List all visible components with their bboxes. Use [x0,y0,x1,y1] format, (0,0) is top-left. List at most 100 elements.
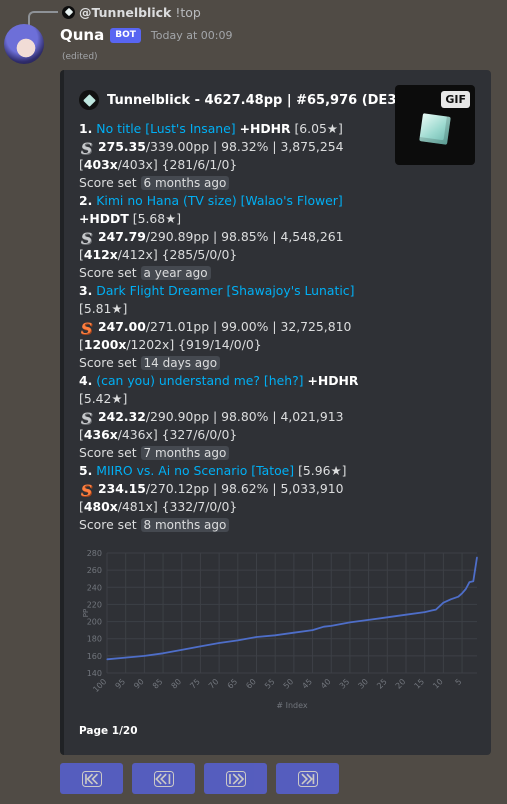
score-rank-number: 3. [79,283,93,298]
y-tick-label: 220 [87,600,102,609]
pp-data-point [143,655,145,657]
pp-data-point [368,619,370,621]
score-set-label: Score set [79,355,137,370]
x-tick-label: 85 [151,677,165,691]
last-page-button[interactable] [276,763,339,794]
cube-icon [419,113,451,145]
score-rank-number: 4. [79,373,93,388]
pp-data-point [274,634,276,636]
score-title-line: 2. Kimi no Hana (TV size) [Walao's Flowe… [79,192,389,210]
message-timestamp: Today at 00:09 [150,28,233,42]
x-tick-label: 45 [300,677,314,691]
pp-data-point [461,592,463,594]
grade-s-icon: S [80,409,93,428]
pp-chart-svg: 140 160 180 200 220 240 260 280 100 95 90 85 80 75 70 6… [82,549,478,710]
score-pp: 247.79 [98,229,146,244]
grade-s-icon: S [80,139,93,158]
score-timestamp: 6 months ago [140,176,230,190]
score-combo: 1200x [83,337,127,352]
pp-data-point [255,636,258,638]
x-tick-label: 5 [453,677,463,687]
author-avatar[interactable] [4,24,44,64]
grade-s-icon: S [80,319,93,338]
grade-s-icon: S [80,229,93,248]
score-max-combo: /403x] [117,157,158,172]
beatmap-link[interactable]: No title [Lust's Insane] [96,121,235,136]
score-combo: 412x [83,247,118,262]
score-hits: {332/7/0/0} [161,499,238,514]
beatmap-link[interactable]: MIIRO vs. Ai no Scenario [Tatoe] [96,463,294,478]
score-combo: 403x [83,157,118,172]
embed: Tunnelblick - 4627.48pp | #65,976 (DE368… [60,70,491,755]
embed-footer: Page 1/20 [79,725,138,737]
score-rank-number: 2. [79,193,93,208]
pp-data-point [468,581,471,583]
previous-page-button[interactable] [132,763,195,794]
score-max-pp: /270.12pp [145,481,210,496]
x-tick-label: 25 [375,677,389,691]
score-pp: 242.32 [98,409,146,424]
score-combo-line: [436x/436x] {327/6/0/0} [79,427,238,442]
pp-data-point [472,580,474,582]
pp-data-point [431,609,433,612]
score-set-label: Score set [79,445,137,460]
score-acc-and-score: | 98.80% | 4,021,913 [209,409,344,424]
score-combo: 480x [83,499,118,514]
score-hits: {919/14/0/0} [178,337,262,352]
y-axis-label: PP [82,609,90,617]
score-pp: 247.00 [98,319,146,334]
x-tick-label: 60 [244,677,258,691]
pp-data-point [311,629,314,631]
bot-badge: BOT [110,27,141,43]
x-tick-label: 35 [338,677,352,691]
beatmap-link[interactable]: Dark Flight Dreamer [Shawajoy's Lunatic] [96,283,354,298]
pp-data-point [293,632,295,634]
pp-data-point [349,621,351,624]
score-pp-line: S 247.00/271.01pp | 99.00% | 32,725,810 [79,318,389,338]
pp-chart: 140 160 180 200 220 240 260 280 100 95 90 85 80 75 70 6… [79,543,481,718]
beatmap-link[interactable]: Kimi no Hana (TV size) [Walao's Flower] [96,193,342,208]
next-icon [225,770,246,787]
x-tick-label: 70 [207,677,221,691]
score-title-line: [5.81★] [79,300,389,318]
score-set-line: Score set 6 months ago [79,174,389,192]
x-tick-label: 65 [226,677,240,691]
score-combo-line: [412x/412x] {285/5/0/0} [79,247,238,262]
x-tick-label: 55 [263,677,277,691]
y-tick-label: 200 [87,618,102,627]
score-pp: 234.15 [98,481,146,496]
score-acc-and-score: | 98.32% | 3,875,254 [209,139,344,154]
reply-username[interactable]: @Tunnelblick [79,5,171,20]
next-page-button[interactable] [204,763,267,794]
y-tick-label: 140 [87,669,102,678]
pp-data-point [330,625,332,627]
embed-thumbnail[interactable]: GIF [395,85,475,165]
score-max-pp: /290.89pp [145,229,210,244]
reply-reference[interactable]: @Tunnelblick !top [62,3,201,21]
author-name[interactable]: Quna [60,26,104,44]
score-timestamp: 14 days ago [140,356,221,370]
score-timestamp: a year ago [140,266,211,280]
score-mods: +HDHR [307,373,359,388]
star-rating: [5.68★] [132,211,182,226]
star-rating: [5.81★] [79,301,128,316]
score-pp-line: S 275.35/339.00pp | 98.32% | 3,875,254 [79,138,389,158]
pp-data-point [237,639,239,642]
edited-label: (edited) [62,52,98,62]
score-max-combo: /481x] [117,499,158,514]
first-page-button[interactable] [60,763,123,794]
score-title-line: 1. No title [Lust's Insane] +HDHR [6.05★… [79,120,389,138]
score-title-line: 3. Dark Flight Dreamer [Shawajoy's Lunat… [79,282,389,300]
pp-data-point [476,556,478,558]
score-combo-line: [403x/403x] {281/6/1/0} [79,157,238,172]
reply-content: !top [175,4,201,20]
x-tick-label: 15 [413,677,427,691]
score-max-combo: /412x] [117,247,158,262]
score-max-combo: /436x] [117,427,158,442]
star-rating: [6.05★] [294,121,343,136]
score-rank-number: 5. [79,463,93,478]
pp-series-line [106,557,478,661]
score-pp: 275.35 [98,139,146,154]
grade-s-icon: S [80,481,93,500]
beatmap-link[interactable]: (can you) understand me? [heh?] [96,373,303,388]
